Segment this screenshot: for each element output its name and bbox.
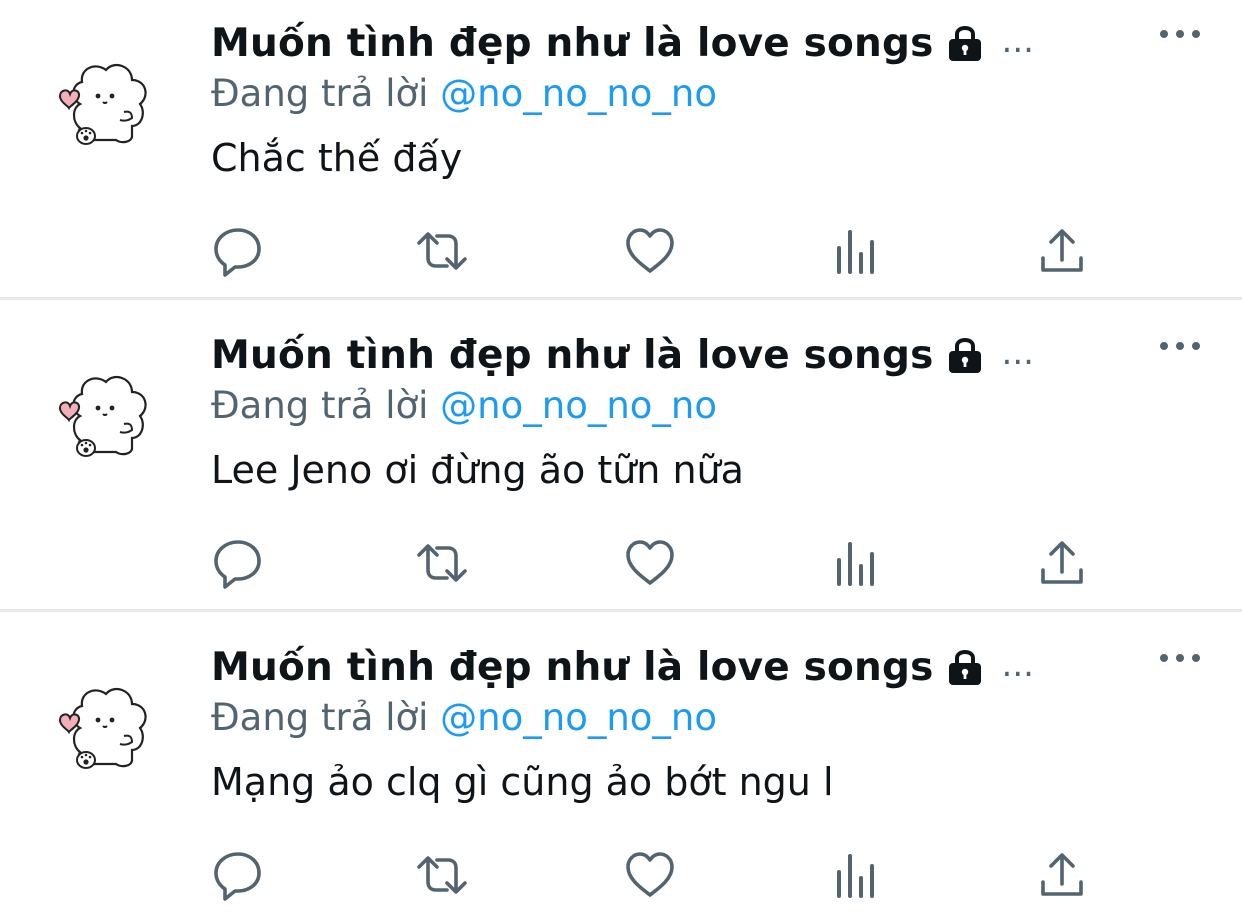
name-truncation-ellipsis: ... — [1001, 645, 1034, 685]
more-options-button[interactable] — [1158, 648, 1202, 668]
replying-to-label: Đang trả lời — [211, 696, 429, 739]
avatar-puppy-icon — [58, 687, 147, 769]
tweet-actions — [211, 224, 1091, 278]
avatar[interactable] — [52, 676, 156, 780]
share-button[interactable] — [1035, 224, 1089, 278]
mention-link[interactable]: @no_no_no_no — [440, 72, 717, 115]
replying-to-line: Đang trả lời @no_no_no_no — [211, 696, 1242, 746]
like-button[interactable] — [623, 848, 677, 902]
display-name[interactable]: Muốn tình đẹp như là love songs — [211, 645, 934, 690]
more-options-button[interactable] — [1158, 24, 1202, 44]
reply-button[interactable] — [211, 224, 265, 278]
analytics-icon — [837, 542, 874, 586]
name-truncation-ellipsis: ... — [1001, 21, 1034, 61]
retweet-button[interactable] — [415, 536, 469, 590]
tweet[interactable]: Muốn tình đẹp như là love songs ... Đang… — [0, 312, 1242, 624]
analytics-button[interactable] — [829, 224, 883, 278]
share-button[interactable] — [1035, 536, 1089, 590]
more-dots-icon — [1160, 342, 1200, 350]
share-icon — [1041, 229, 1083, 272]
lock-icon — [946, 647, 984, 687]
tweet[interactable]: Muốn tình đẹp như là love songs ... Đang… — [0, 624, 1242, 917]
analytics-icon — [837, 230, 874, 274]
retweet-button[interactable] — [415, 848, 469, 902]
reply-icon — [214, 540, 261, 589]
reply-icon — [214, 228, 261, 277]
reply-icon — [214, 852, 261, 901]
retweet-icon — [417, 544, 467, 582]
share-icon — [1041, 541, 1083, 584]
tweet-header: Muốn tình đẹp như là love songs ... — [211, 16, 1242, 70]
like-button[interactable] — [623, 536, 677, 590]
tweet[interactable]: Muốn tình đẹp như là love songs ... Đang… — [0, 0, 1242, 312]
replying-to-line: Đang trả lời @no_no_no_no — [211, 72, 1242, 122]
analytics-button[interactable] — [829, 536, 883, 590]
retweet-icon — [417, 856, 467, 894]
avatar[interactable] — [52, 364, 156, 468]
like-icon — [626, 228, 674, 273]
like-button[interactable] — [623, 224, 677, 278]
tweet-header: Muốn tình đẹp như là love songs ... — [211, 640, 1242, 694]
replying-to-line: Đang trả lời @no_no_no_no — [211, 384, 1242, 434]
tweet-header: Muốn tình đẹp như là love songs ... — [211, 328, 1242, 382]
analytics-icon — [837, 854, 874, 898]
tweet-text: Chắc thế đấy — [211, 136, 463, 180]
replying-to-label: Đang trả lời — [211, 384, 429, 427]
lock-icon — [946, 335, 984, 375]
lock-icon — [946, 23, 984, 63]
reply-button[interactable] — [211, 536, 265, 590]
avatar-puppy-icon — [58, 63, 147, 145]
divider — [0, 297, 1242, 300]
like-icon — [626, 540, 674, 585]
more-options-button[interactable] — [1158, 336, 1202, 356]
share-button[interactable] — [1035, 848, 1089, 902]
more-dots-icon — [1160, 30, 1200, 38]
tweet-text: Mạng ảo clq gì cũng ảo bớt ngu l — [211, 760, 834, 804]
display-name[interactable]: Muốn tình đẹp như là love songs — [211, 21, 934, 66]
retweet-icon — [417, 232, 467, 270]
reply-button[interactable] — [211, 848, 265, 902]
analytics-button[interactable] — [829, 848, 883, 902]
name-truncation-ellipsis: ... — [1001, 333, 1034, 373]
share-icon — [1041, 853, 1083, 896]
avatar[interactable] — [52, 52, 156, 156]
tweet-actions — [211, 848, 1091, 902]
tweet-text: Lee Jeno ơi đừng ão tữn nữa — [211, 448, 744, 492]
mention-link[interactable]: @no_no_no_no — [440, 696, 717, 739]
more-dots-icon — [1160, 654, 1200, 662]
replying-to-label: Đang trả lời — [211, 72, 429, 115]
tweet-actions — [211, 536, 1091, 590]
retweet-button[interactable] — [415, 224, 469, 278]
mention-link[interactable]: @no_no_no_no — [440, 384, 717, 427]
divider — [0, 609, 1242, 612]
display-name[interactable]: Muốn tình đẹp như là love songs — [211, 333, 934, 378]
avatar-puppy-icon — [58, 375, 147, 457]
timeline-feed: Muốn tình đẹp như là love songs ... Đang… — [0, 0, 1242, 917]
like-icon — [626, 852, 674, 897]
